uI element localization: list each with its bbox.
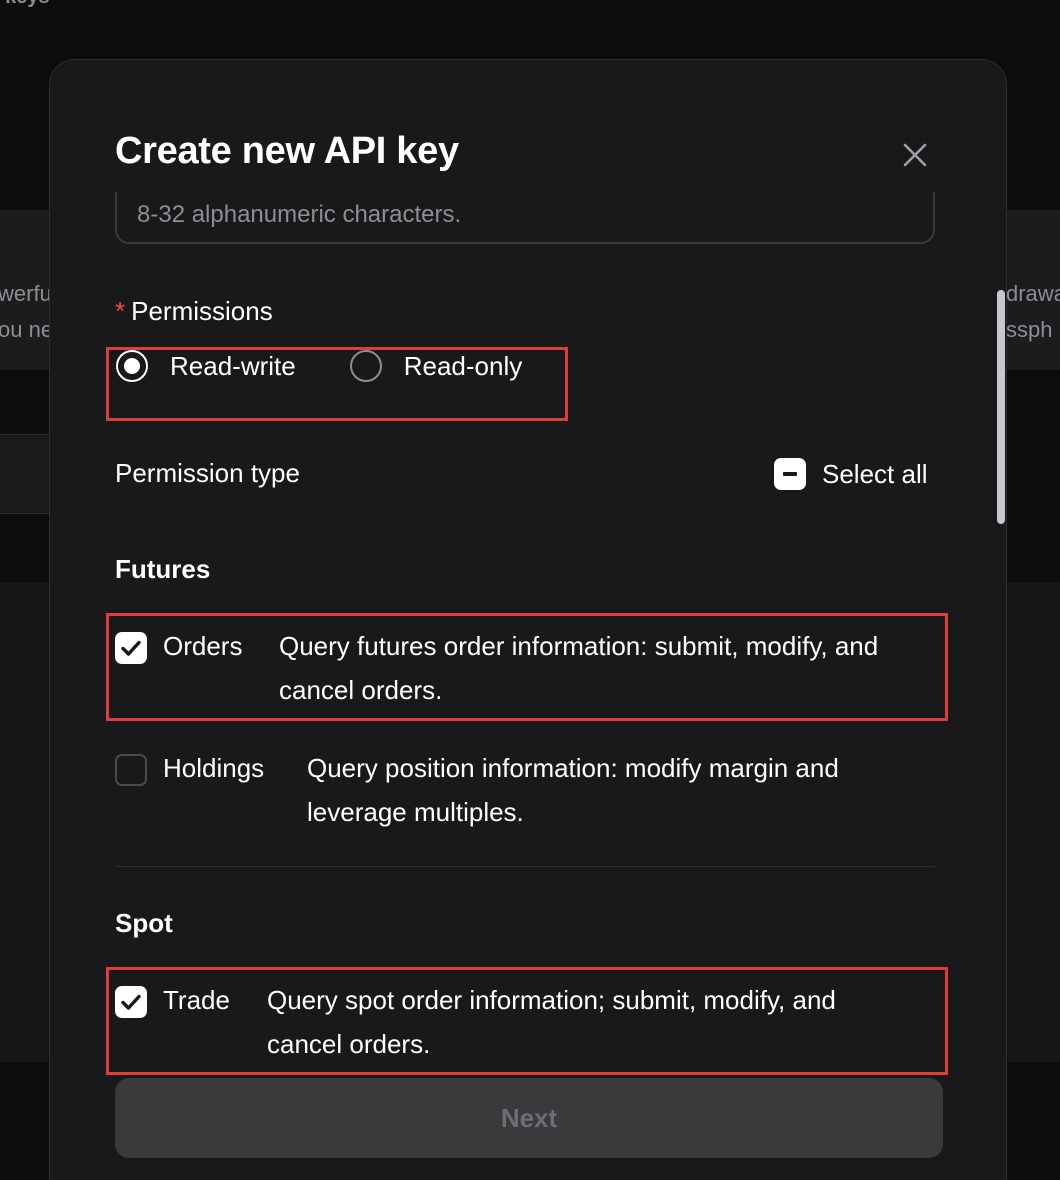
permission-row-trade: Trade Query spot order information; subm… <box>115 984 897 1066</box>
permission-type-label: Permission type <box>115 458 300 488</box>
radio-label: Read-write <box>170 350 296 381</box>
section-title-futures: Futures <box>115 554 211 584</box>
modal-title: Create new API key <box>115 130 459 172</box>
create-api-key-modal: Create new API key *Permissions Read-wri… <box>49 59 1007 1180</box>
background-text-right: drawa ssph <box>1006 281 1060 342</box>
radio-checked-indicator <box>116 350 148 382</box>
check-icon <box>121 994 141 1010</box>
permission-row-holdings: Holdings Query position information: mod… <box>115 752 907 834</box>
permission-description: Query position information: modify margi… <box>307 753 839 827</box>
permission-description: Query spot order information; submit, mo… <box>267 985 836 1059</box>
select-all-checkbox[interactable]: Select all <box>774 458 928 490</box>
permission-description: Query futures order information: submit,… <box>279 631 879 705</box>
permission-row-orders: Orders Query futures order information: … <box>115 630 939 712</box>
section-title-spot: Spot <box>115 908 173 938</box>
section-divider <box>115 866 935 867</box>
radio-read-only[interactable]: Read-only <box>349 350 523 382</box>
radio-read-write[interactable]: Read-write <box>116 350 296 382</box>
minus-icon <box>774 458 806 490</box>
close-icon <box>903 143 927 167</box>
background-text-left: werfu ou ne <box>0 281 54 342</box>
permission-name: Orders <box>163 631 243 661</box>
close-button[interactable] <box>898 138 932 172</box>
permission-name: Trade <box>163 985 230 1015</box>
permissions-label: * Permissions <box>115 296 273 326</box>
check-icon <box>121 640 141 656</box>
radio-label: Read-only <box>403 350 523 381</box>
checkbox-orders[interactable] <box>115 632 147 664</box>
next-button[interactable]: Next <box>115 1078 943 1158</box>
radio-unchecked-indicator <box>349 350 382 382</box>
required-mark: * <box>115 296 126 326</box>
modal-scrollbar[interactable] <box>997 290 1005 524</box>
checkbox-trade[interactable] <box>115 986 147 1018</box>
permission-name: Holdings <box>163 753 265 783</box>
page: I keys werfu ou ne drawa ssph Create new… <box>0 0 1060 1180</box>
checkbox-holdings[interactable] <box>115 754 147 786</box>
select-all-label: Select all <box>822 458 928 489</box>
background-page-title: I keys <box>0 0 50 9</box>
permissions-radio-group: Read-write Read-only <box>116 350 576 382</box>
